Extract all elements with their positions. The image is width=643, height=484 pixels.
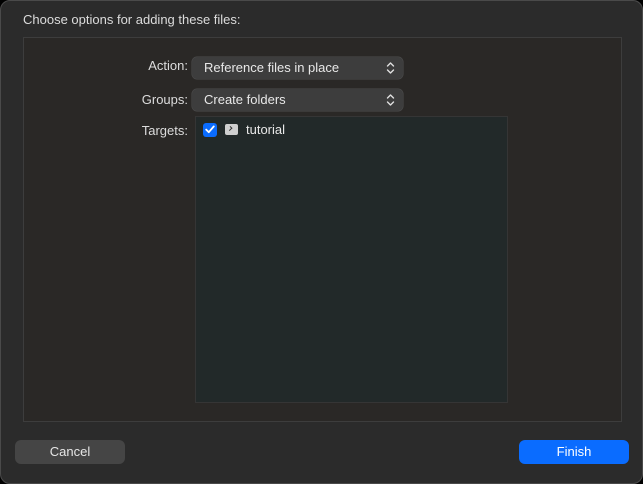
groups-label: Groups: [141,92,188,107]
targets-label: Targets: [141,123,188,138]
action-popup-button[interactable]: Reference files in place [192,57,403,79]
targets-list[interactable]: tutorial [195,116,508,403]
up-down-chevron-icon [386,62,395,74]
action-label: Action: [148,58,188,73]
finish-button[interactable]: Finish [519,440,629,464]
terminal-app-icon [225,124,238,135]
up-down-chevron-icon [386,94,395,106]
target-name: tutorial [246,122,286,137]
target-checkbox[interactable] [203,122,217,137]
checkmark-icon [205,125,215,134]
add-files-dialog: Choose options for adding these files: A… [0,0,643,484]
dialog-title: Choose options for adding these files: [23,12,241,27]
groups-popup-button[interactable]: Create folders [192,89,403,111]
action-selected-value: Reference files in place [204,60,340,75]
groups-selected-value: Create folders [204,92,286,107]
list-item[interactable]: tutorial [203,121,285,138]
options-panel: Action: Reference files in place Groups:… [23,37,622,422]
cancel-button[interactable]: Cancel [15,440,125,464]
